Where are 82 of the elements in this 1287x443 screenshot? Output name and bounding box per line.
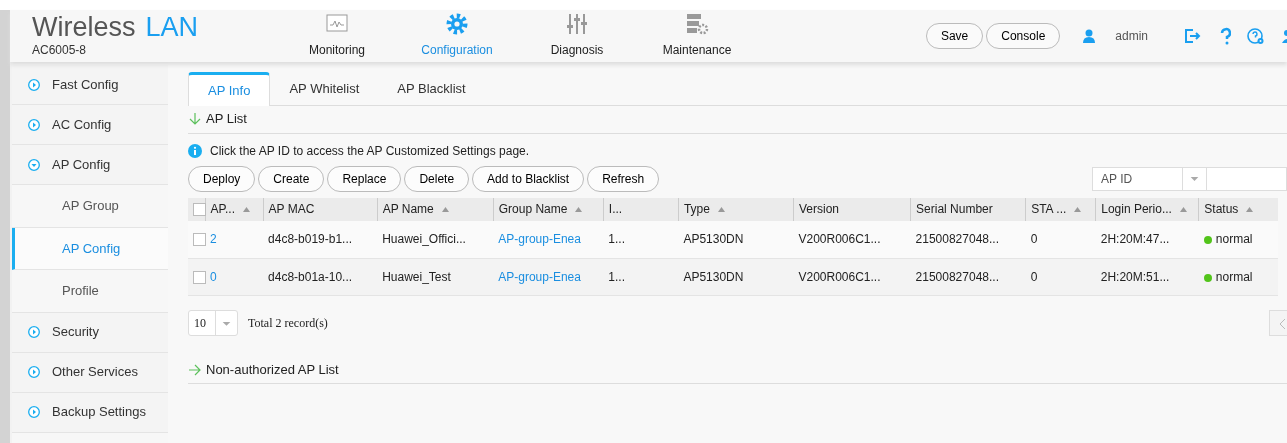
sort-icon[interactable] [575,207,583,213]
table-cell: AP5130DN [678,220,794,258]
nav-tab[interactable]: Monitoring [277,13,397,59]
sort-icon[interactable] [1074,207,1082,213]
app-title-accent: LAN [145,11,199,42]
table-cell: 2H:20M:51... [1095,258,1199,296]
console-button[interactable]: Console [986,23,1061,49]
table-cell: d4c8-b019-b1... [263,220,378,258]
collapsed-icon [28,326,40,338]
status-text: normal [1215,232,1253,246]
app-title: Wireless [32,11,136,42]
action-button[interactable]: Add to Blacklist [472,165,585,192]
column-header[interactable]: Version [793,197,911,221]
action-button[interactable]: Create [258,165,325,192]
nav-tab[interactable]: Maintenance [637,13,757,59]
monitor-icon [325,13,349,35]
collapsed-icon [28,406,40,418]
action-button[interactable]: Deploy [188,165,256,192]
table-cell: 2H:20M:47... [1095,220,1199,258]
section-title[interactable]: AP List [206,109,247,129]
sort-icon[interactable] [1179,207,1187,213]
column-header[interactable]: Login Perio... [1095,197,1199,221]
column-header[interactable]: AP Name [377,197,494,221]
section-title[interactable]: Non-authorized AP List [206,359,339,380]
column-header[interactable]: Status [1198,197,1278,221]
row-checkbox[interactable] [193,271,206,285]
table-cell: 1... [603,258,679,296]
table-cell: d4c8-b01a-10... [263,258,378,296]
sort-icon[interactable] [717,207,725,213]
device-name: AC6005-8 [32,41,87,59]
sliders-icon [565,13,589,35]
nav-tab[interactable]: Diagnosis [517,13,637,59]
expanded-icon [28,158,40,171]
sort-icon[interactable] [242,207,250,213]
sort-icon[interactable] [1246,207,1254,213]
action-button[interactable]: Refresh [587,165,660,192]
column-header[interactable]: Group Name [493,197,604,221]
save-button[interactable]: Save [925,23,984,49]
table-cell: V200R006C1... [793,258,911,296]
action-button[interactable]: Delete [404,165,470,192]
column-header[interactable]: I... [603,197,679,221]
column-header[interactable]: AP MAC [263,197,378,221]
table-cell: Huawei_Test [377,258,494,296]
server-gear-icon [685,13,709,35]
sidebar-subitem[interactable]: AP Config [12,227,168,270]
collapsed-icon [28,366,40,378]
status-text: normal [1215,269,1253,284]
collapsed-icon [28,118,40,131]
action-button[interactable]: Replace [327,165,402,192]
page-size-select[interactable]: 10 [188,310,238,336]
table-cell: 0 [1025,258,1096,296]
column-header[interactable]: AP... [205,197,264,221]
column-header[interactable]: Serial Number [910,197,1026,221]
table-cell: 1... [603,220,679,258]
sort-icon[interactable] [441,207,449,213]
tab[interactable]: AP Info [188,72,271,106]
tab[interactable]: AP Whitelist [270,72,379,105]
table-cell: Huawei_Offici... [377,220,494,258]
chevron-left-icon [1278,316,1287,331]
user-name: admin [1115,28,1148,45]
column-header[interactable]: Type [678,197,794,221]
arrow-down-icon[interactable] [188,112,202,126]
gear-icon [445,13,469,35]
select-all-checkbox[interactable] [193,203,206,217]
table-cell: 21500827048... [910,220,1026,258]
table-cell: 21500827048... [910,258,1026,296]
collapsed-icon [28,78,40,91]
arrow-right-icon[interactable] [188,362,202,377]
search-field[interactable] [1207,166,1287,191]
table-cell: 0 [1025,220,1096,258]
tab[interactable]: AP Blacklist [378,72,485,105]
info-text: Click the AP ID to access the AP Customized Settings page. [210,142,530,160]
help-settings-icon[interactable] [1247,27,1265,45]
record-count: Total 2 record(s) [248,315,328,332]
column-header[interactable]: STA ... [1025,197,1096,221]
table-cell: AP5130DN [678,258,794,296]
table-cell: V200R006C1... [793,220,911,258]
info-icon [188,143,202,158]
user-icon [1083,29,1096,43]
logout-icon[interactable] [1183,27,1201,45]
search-field-select[interactable]: AP ID [1092,166,1207,191]
row-checkbox[interactable] [193,233,206,247]
